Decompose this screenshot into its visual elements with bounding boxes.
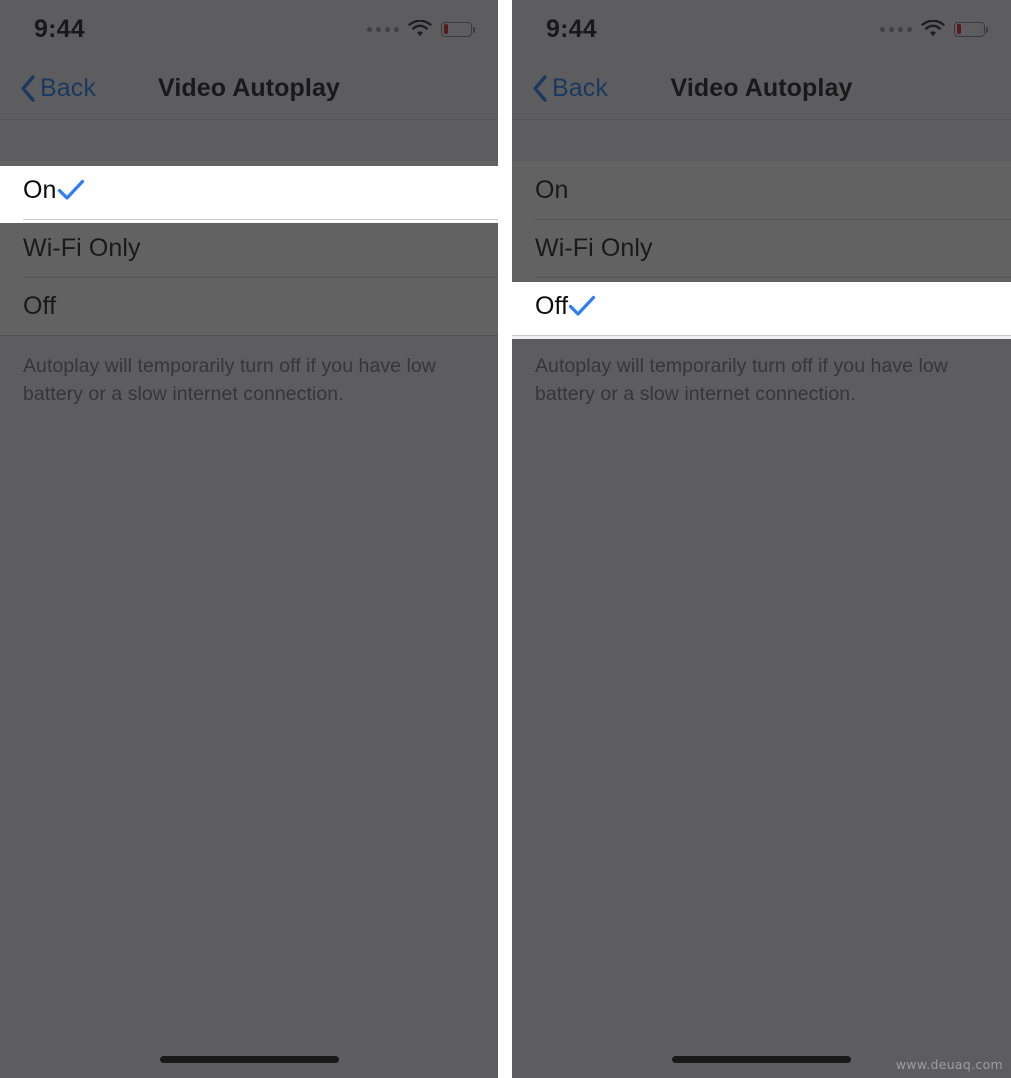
option-row-off[interactable]: Off bbox=[0, 277, 498, 335]
battery-low-icon bbox=[441, 21, 475, 37]
option-row-on[interactable]: On bbox=[0, 161, 498, 219]
chevron-left-icon bbox=[20, 75, 36, 102]
content-filler bbox=[0, 408, 498, 1040]
autoplay-options-list: On Wi-Fi Only Off bbox=[512, 161, 1011, 335]
option-row-off[interactable]: Off bbox=[512, 277, 1011, 335]
status-time: 9:44 bbox=[34, 14, 85, 43]
checkmark-icon bbox=[56, 295, 84, 317]
status-bar: 9:44 bbox=[512, 0, 1011, 58]
navigation-bar: Back Video Autoplay bbox=[0, 58, 498, 120]
option-row-wifi-only[interactable]: Wi-Fi Only bbox=[512, 219, 1011, 277]
watermark: www.deuaq.com bbox=[895, 1057, 1003, 1072]
checkmark-icon bbox=[653, 237, 681, 259]
phone-screen-right: 9:44 Back Video Autoplay On Wi-Fi Only O… bbox=[512, 0, 1011, 1078]
option-label: Off bbox=[535, 291, 569, 320]
home-indicator[interactable] bbox=[672, 1055, 851, 1063]
footer-note: Autoplay will temporarily turn off if yo… bbox=[0, 336, 498, 408]
status-bar: 9:44 bbox=[0, 0, 498, 58]
screenshot-stage: 9:44 Back Video Autoplay On Wi-Fi Only O… bbox=[0, 0, 1011, 1078]
signal-dots-icon bbox=[367, 26, 399, 32]
status-time: 9:44 bbox=[546, 14, 597, 43]
chevron-left-icon bbox=[532, 75, 548, 102]
checkmark-icon bbox=[568, 295, 596, 317]
status-icons bbox=[367, 20, 475, 38]
checkmark-icon bbox=[141, 237, 169, 259]
autoplay-options-list: On Wi-Fi Only Off bbox=[0, 161, 498, 335]
checkmark-icon bbox=[569, 179, 597, 201]
content-filler bbox=[512, 408, 1011, 1040]
wifi-icon bbox=[408, 20, 432, 38]
signal-dots-icon bbox=[880, 26, 912, 32]
option-row-wifi-only[interactable]: Wi-Fi Only bbox=[0, 219, 498, 277]
navigation-bar: Back Video Autoplay bbox=[512, 58, 1011, 120]
option-label: Wi-Fi Only bbox=[23, 233, 141, 262]
ios-settings-screen: 9:44 Back Video Autoplay On Wi-Fi Only O… bbox=[512, 0, 1011, 1078]
option-label: Wi-Fi Only bbox=[535, 233, 653, 262]
back-button-label: Back bbox=[552, 74, 608, 102]
list-top-spacer bbox=[0, 120, 498, 161]
option-label: Off bbox=[23, 291, 57, 320]
list-top-spacer bbox=[512, 120, 1011, 161]
option-label: On bbox=[23, 175, 57, 204]
home-indicator-area bbox=[0, 1040, 498, 1078]
ios-settings-screen: 9:44 Back Video Autoplay On Wi-Fi Only O… bbox=[0, 0, 498, 1078]
back-button[interactable]: Back bbox=[532, 74, 608, 103]
battery-low-icon bbox=[954, 21, 988, 37]
back-button-label: Back bbox=[40, 74, 96, 102]
wifi-icon bbox=[921, 20, 945, 38]
back-button[interactable]: Back bbox=[20, 74, 96, 103]
checkmark-icon bbox=[57, 179, 85, 201]
option-label: On bbox=[535, 175, 569, 204]
option-row-on[interactable]: On bbox=[512, 161, 1011, 219]
home-indicator[interactable] bbox=[159, 1055, 339, 1063]
phone-screen-left: 9:44 Back Video Autoplay On Wi-Fi Only O… bbox=[0, 0, 498, 1078]
status-icons bbox=[880, 20, 988, 38]
footer-note: Autoplay will temporarily turn off if yo… bbox=[512, 336, 1011, 408]
